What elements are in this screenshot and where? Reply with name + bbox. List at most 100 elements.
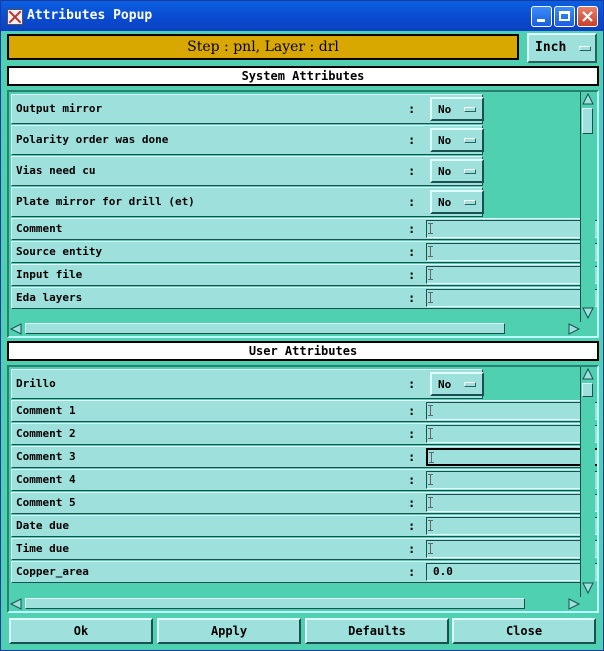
attribute-label: Time due bbox=[16, 542, 69, 555]
attribute-label: Output mirror bbox=[16, 102, 103, 115]
attribute-label: Vias need cu bbox=[16, 164, 96, 177]
option-menu-icon bbox=[464, 107, 476, 112]
maximize-icon bbox=[559, 11, 570, 21]
option-menu-icon bbox=[464, 382, 476, 387]
apply-button[interactable]: Apply bbox=[157, 618, 301, 644]
window-title: Attributes Popup bbox=[27, 8, 153, 23]
attribute-text-field[interactable] bbox=[426, 540, 597, 558]
scroll-thumb[interactable] bbox=[25, 598, 525, 609]
system-horizontal-scrollbar[interactable] bbox=[9, 322, 583, 336]
text-cursor-icon bbox=[428, 223, 436, 234]
option-menu[interactable]: No bbox=[430, 159, 484, 183]
attribute-label: Plate mirror for drill (et) bbox=[16, 195, 195, 208]
option-menu-icon bbox=[464, 169, 476, 174]
attribute-label: Drillo bbox=[16, 377, 56, 390]
attribute-row: Date due: bbox=[11, 515, 597, 537]
separator: : bbox=[408, 291, 416, 305]
attribute-text-field[interactable] bbox=[426, 220, 597, 238]
ok-button[interactable]: Ok bbox=[9, 618, 153, 644]
scroll-down-icon[interactable] bbox=[581, 581, 595, 595]
option-menu[interactable]: No bbox=[430, 128, 484, 152]
attribute-row: Comment 1: bbox=[11, 400, 597, 422]
attribute-text-field[interactable] bbox=[426, 243, 597, 261]
attribute-label: Comment 1 bbox=[16, 404, 76, 417]
attribute-row: Comment 3: bbox=[11, 446, 597, 468]
separator: : bbox=[408, 195, 416, 209]
user-horizontal-scrollbar[interactable] bbox=[9, 597, 583, 611]
attribute-text-field[interactable] bbox=[426, 471, 597, 489]
defaults-button[interactable]: Defaults bbox=[305, 618, 449, 644]
attribute-text-field[interactable] bbox=[426, 266, 597, 284]
attribute-row: Comment 4: bbox=[11, 469, 597, 491]
text-cursor-icon bbox=[428, 474, 436, 485]
separator: : bbox=[408, 133, 416, 147]
field-value: 0.0 bbox=[433, 565, 453, 578]
option-menu-icon bbox=[579, 46, 591, 51]
separator: : bbox=[408, 377, 416, 391]
scroll-thumb[interactable] bbox=[582, 383, 593, 397]
attribute-row: Drillo: No bbox=[11, 369, 484, 399]
separator: : bbox=[408, 565, 416, 579]
system-attributes-pane: Output mirror: No Polarity order was done:… bbox=[7, 90, 599, 338]
attribute-text-field[interactable] bbox=[426, 425, 597, 443]
scroll-left-icon[interactable] bbox=[9, 322, 23, 336]
attribute-row: Comment 2: bbox=[11, 423, 597, 445]
attributes-popup-window: Attributes Popup Step : pnl, Layer : drl… bbox=[0, 0, 604, 651]
attribute-row: Source entity: bbox=[11, 241, 597, 263]
step-layer-bar: Step : pnl, Layer : drl bbox=[7, 34, 519, 60]
attribute-label: Comment 3 bbox=[16, 450, 76, 463]
option-value: No bbox=[438, 196, 452, 209]
separator: : bbox=[408, 450, 416, 464]
attribute-row: Vias need cu: No bbox=[11, 156, 484, 186]
attribute-label: Eda layers bbox=[16, 291, 83, 304]
attribute-text-field[interactable] bbox=[426, 289, 597, 307]
text-cursor-icon bbox=[429, 452, 437, 463]
option-menu[interactable]: No bbox=[430, 190, 484, 214]
separator: : bbox=[408, 427, 416, 441]
attribute-text-field[interactable] bbox=[426, 402, 597, 420]
text-cursor-icon bbox=[428, 520, 436, 531]
separator: : bbox=[408, 542, 416, 556]
user-vertical-scrollbar[interactable] bbox=[580, 367, 595, 597]
separator: : bbox=[408, 164, 416, 178]
attribute-text-field[interactable] bbox=[426, 494, 597, 512]
text-cursor-icon bbox=[428, 269, 436, 280]
attribute-text-field[interactable] bbox=[426, 517, 597, 535]
close-window-button[interactable] bbox=[577, 6, 598, 27]
system-vertical-scrollbar[interactable] bbox=[580, 92, 595, 322]
option-menu[interactable]: No bbox=[430, 97, 484, 121]
minimize-button[interactable] bbox=[531, 6, 552, 27]
scroll-thumb[interactable] bbox=[582, 108, 593, 134]
attribute-row: Comment: bbox=[11, 218, 597, 240]
close-icon bbox=[582, 11, 593, 22]
attribute-text-field[interactable] bbox=[426, 448, 597, 466]
attribute-row: Output mirror: No bbox=[11, 94, 484, 124]
attribute-label: Comment 5 bbox=[16, 496, 76, 509]
system-attributes-header: System Attributes bbox=[7, 66, 599, 86]
separator: : bbox=[408, 102, 416, 116]
option-menu[interactable]: No bbox=[430, 372, 484, 396]
scroll-up-icon[interactable] bbox=[581, 367, 595, 381]
attribute-text-field[interactable]: 0.0 bbox=[426, 563, 597, 581]
scroll-right-icon[interactable] bbox=[567, 597, 581, 611]
option-menu-icon bbox=[464, 200, 476, 205]
separator: : bbox=[408, 473, 416, 487]
attribute-label: Source entity bbox=[16, 245, 103, 258]
text-cursor-icon bbox=[428, 543, 436, 554]
scroll-left-icon[interactable] bbox=[9, 597, 23, 611]
units-option-menu[interactable]: Inch bbox=[527, 33, 597, 63]
scroll-down-icon[interactable] bbox=[581, 306, 595, 320]
separator: : bbox=[408, 496, 416, 510]
attribute-label: Input file bbox=[16, 268, 83, 281]
scroll-thumb[interactable] bbox=[25, 323, 505, 334]
close-button[interactable]: Close bbox=[452, 618, 596, 644]
title-bar[interactable]: Attributes Popup bbox=[1, 1, 603, 31]
separator: : bbox=[408, 268, 416, 282]
scroll-up-icon[interactable] bbox=[581, 92, 595, 106]
attribute-label: Comment 2 bbox=[16, 427, 76, 440]
user-attributes-header: User Attributes bbox=[7, 341, 599, 361]
separator: : bbox=[408, 404, 416, 418]
scroll-right-icon[interactable] bbox=[567, 322, 581, 336]
attribute-row: Comment 5: bbox=[11, 492, 597, 514]
maximize-button[interactable] bbox=[554, 6, 575, 27]
